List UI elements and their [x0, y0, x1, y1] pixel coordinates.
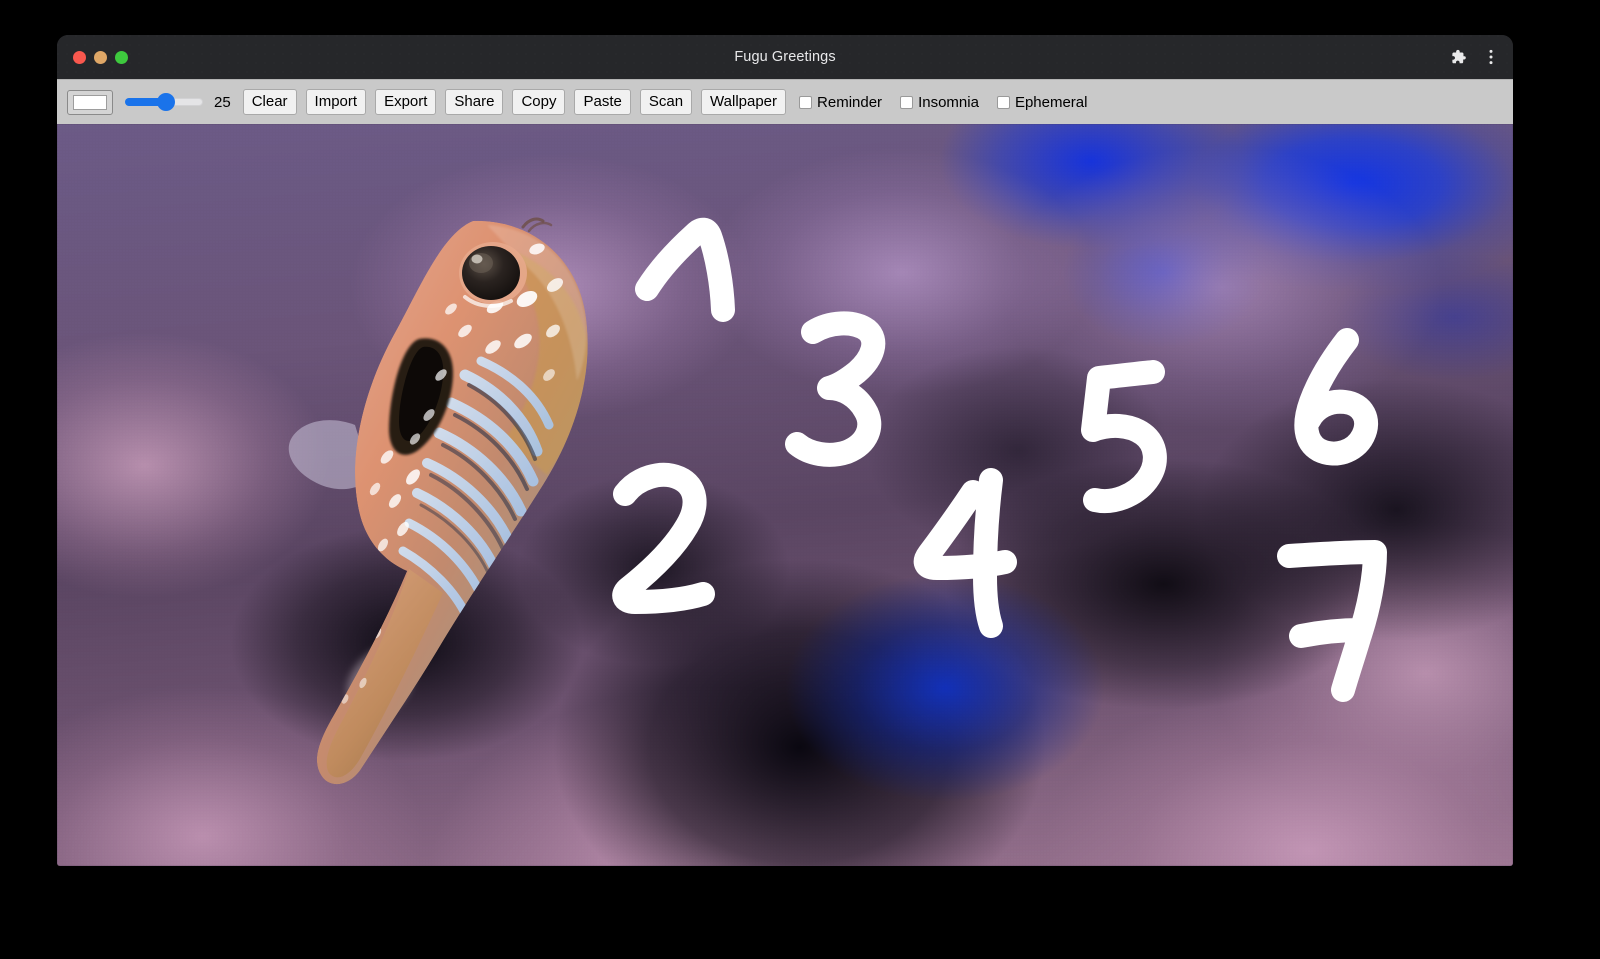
scan-button[interactable]: Scan — [639, 89, 693, 115]
titlebar-actions — [1449, 48, 1499, 66]
stroke-width-value: 25 — [214, 93, 231, 111]
color-swatch-fill — [73, 94, 107, 110]
share-button[interactable]: Share — [445, 89, 504, 115]
stroke-width-slider[interactable] — [125, 92, 203, 112]
clear-button[interactable]: Clear — [242, 89, 297, 115]
paste-button[interactable]: Paste — [574, 89, 631, 115]
insomnia-checkbox-label: Insomnia — [918, 93, 979, 111]
insomnia-checkbox[interactable]: Insomnia — [900, 94, 979, 111]
reminder-checkbox-box[interactable] — [799, 95, 813, 109]
reminder-checkbox-label: Reminder — [817, 93, 883, 111]
browser-window: Fugu Greetings 25 Clear Import Export Sh… — [57, 35, 1513, 866]
insomnia-checkbox-box[interactable] — [900, 95, 914, 109]
window-close-button[interactable] — [73, 51, 86, 64]
screenshot-root: Fugu Greetings 25 Clear Import Export Sh… — [0, 0, 1600, 959]
window-title: Fugu Greetings — [734, 49, 836, 65]
copy-button[interactable]: Copy — [512, 89, 566, 115]
ephemeral-checkbox-box[interactable] — [996, 95, 1010, 109]
drawing-canvas[interactable] — [57, 124, 1513, 866]
background-photo-reef — [57, 124, 1513, 866]
window-minimize-button[interactable] — [94, 51, 107, 64]
ephemeral-checkbox-label: Ephemeral — [1014, 93, 1088, 111]
export-button[interactable]: Export — [375, 89, 437, 115]
import-button[interactable]: Import — [305, 89, 367, 115]
window-maximize-button[interactable] — [115, 51, 128, 64]
browser-menu-icon[interactable] — [1483, 48, 1499, 66]
extensions-puzzle-icon[interactable] — [1449, 48, 1467, 66]
wallpaper-button[interactable]: Wallpaper — [701, 89, 787, 115]
ephemeral-checkbox[interactable]: Ephemeral — [996, 93, 1088, 111]
reminder-checkbox[interactable]: Reminder — [799, 94, 882, 111]
app-toolbar: 25 Clear Import Export Share Copy Paste … — [57, 79, 1513, 124]
window-controls — [73, 51, 128, 64]
slider-thumb[interactable] — [157, 93, 175, 111]
window-titlebar: Fugu Greetings — [57, 35, 1513, 79]
color-picker[interactable] — [67, 89, 113, 115]
